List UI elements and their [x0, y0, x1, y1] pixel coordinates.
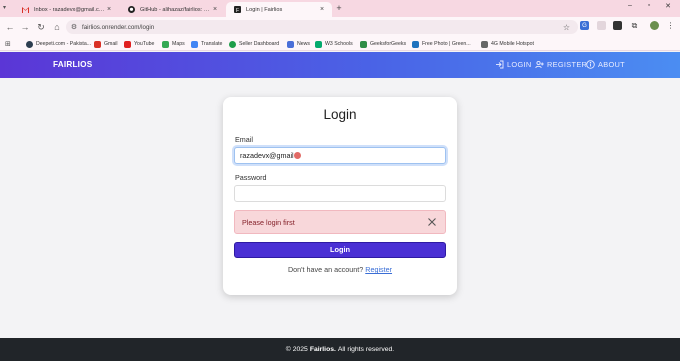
- register-prompt: Don't have an account? Register: [223, 265, 457, 274]
- apps-grid-icon[interactable]: ⊞: [5, 39, 11, 49]
- gmail-icon: [22, 6, 29, 13]
- nav-login-link[interactable]: LOGIN: [495, 60, 532, 69]
- bookmark-favicon: [360, 40, 367, 48]
- footer-brand: Fairlios.: [309, 346, 336, 353]
- site-navbar: FAIRLIOS LOGIN REGISTER ABOUT: [0, 52, 680, 78]
- tab-close-icon[interactable]: ×: [211, 6, 219, 13]
- tab-close-icon[interactable]: ×: [105, 6, 113, 13]
- browser-tabstrip: ▾ Inbox - razadevx@gmail.com - Gmail × G…: [0, 0, 680, 17]
- bookmark-label: GeeksforGeeks: [370, 41, 407, 47]
- bookmark-favicon: [124, 40, 131, 48]
- bookmarks-bar: ⊞ Deepeti.com - Pakista... Gmail YouTube…: [0, 37, 680, 51]
- bookmark-favicon: [481, 40, 488, 48]
- site-footer: © 2025 Fairlios. All rights reserved.: [0, 338, 680, 361]
- browser-toolbar: ← → ↻ ⌂ ⚙ fairlios.onrender.com/login ☆ …: [0, 17, 680, 37]
- minimize-icon[interactable]: –: [623, 2, 637, 9]
- new-tab-button[interactable]: +: [334, 3, 344, 13]
- mouse-cursor-indicator: [294, 152, 301, 159]
- add-user-icon: [535, 60, 544, 69]
- register-link[interactable]: Register: [365, 265, 392, 274]
- bookmark-label: Maps: [172, 41, 185, 47]
- tab-title: Login | Fairlios: [246, 6, 283, 13]
- extension-icon[interactable]: [613, 21, 622, 30]
- nav-about-label: ABOUT: [598, 60, 625, 69]
- register-prompt-text: Don't have an account?: [287, 265, 364, 274]
- maximize-icon[interactable]: ▫: [642, 2, 656, 9]
- footer-copyright: © 2025: [285, 346, 308, 353]
- bookmark-item[interactable]: Free Photo | Green...: [412, 39, 471, 49]
- bookmark-star-icon[interactable]: ☆: [563, 23, 570, 32]
- login-icon: [495, 60, 504, 69]
- tab-github[interactable]: GitHub - alihazaz/fairlios: Fairlios ×: [120, 2, 225, 17]
- password-field[interactable]: [234, 185, 446, 202]
- bookmark-item[interactable]: News: [287, 39, 310, 49]
- profile-avatar[interactable]: [650, 21, 659, 30]
- bookmark-favicon: [162, 40, 169, 48]
- alert-message: Please login first: [242, 217, 295, 227]
- tab-title: Inbox - razadevx@gmail.com - Gmail: [34, 6, 105, 13]
- email-label: Email: [235, 135, 253, 144]
- password-label: Password: [235, 173, 267, 182]
- fairlios-favicon: F: [234, 6, 241, 13]
- home-icon[interactable]: ⌂: [50, 20, 64, 34]
- reload-icon[interactable]: ↻: [34, 20, 48, 34]
- email-field[interactable]: [234, 147, 446, 164]
- menu-kebab-icon[interactable]: ⋮: [666, 21, 675, 30]
- bookmark-favicon: [191, 40, 198, 48]
- site-info-icon[interactable]: ⚙: [66, 23, 82, 31]
- tab-login-fairlios[interactable]: F Login | Fairlios ×: [226, 2, 332, 17]
- bookmark-item[interactable]: W3 Schools: [315, 39, 353, 49]
- translate-extension-icon[interactable]: G: [580, 21, 589, 30]
- bookmark-label: Gmail: [104, 41, 118, 47]
- bookmark-favicon: [26, 40, 33, 48]
- bookmark-item[interactable]: 4G Mobile Hotspot: [481, 39, 534, 49]
- bookmark-item[interactable]: Maps: [162, 39, 185, 49]
- bookmark-item[interactable]: YouTube: [124, 39, 154, 49]
- close-window-icon[interactable]: ✕: [661, 2, 675, 10]
- back-icon[interactable]: ←: [3, 20, 17, 34]
- bookmark-item[interactable]: GeeksforGeeks: [360, 39, 406, 49]
- url-text: fairlios.onrender.com/login: [82, 23, 155, 31]
- bookmark-label: Translate: [201, 41, 223, 47]
- brand-logo[interactable]: FAIRLIOS: [53, 60, 92, 69]
- bookmark-favicon: [94, 40, 101, 48]
- bookmark-label: YouTube: [134, 41, 155, 47]
- login-submit-button[interactable]: Login: [234, 242, 446, 258]
- extension-icon[interactable]: [597, 21, 606, 30]
- nav-login-label: LOGIN: [507, 60, 532, 69]
- extensions-puzzle-icon[interactable]: ⧉: [630, 21, 639, 30]
- close-icon[interactable]: [426, 216, 438, 228]
- bookmark-item[interactable]: Translate: [191, 39, 222, 49]
- forward-icon[interactable]: →: [18, 20, 32, 34]
- tab-search-icon[interactable]: ▾: [3, 4, 6, 11]
- github-icon: [128, 6, 135, 13]
- tab-close-icon[interactable]: ×: [318, 6, 326, 13]
- address-bar[interactable]: ⚙ fairlios.onrender.com/login ☆: [66, 20, 578, 34]
- nav-register-link[interactable]: REGISTER: [535, 60, 587, 69]
- nav-about-link[interactable]: ABOUT: [586, 60, 625, 69]
- svg-text:F: F: [236, 8, 239, 13]
- bookmark-item[interactable]: Gmail: [94, 39, 118, 49]
- nav-register-label: REGISTER: [547, 60, 588, 69]
- bookmark-favicon: [412, 40, 419, 48]
- bookmark-item[interactable]: Seller Dashboard: [229, 39, 279, 49]
- login-title: Login: [323, 107, 357, 122]
- bookmark-item[interactable]: Deepeti.com - Pakista...: [26, 39, 91, 49]
- tab-gmail[interactable]: Inbox - razadevx@gmail.com - Gmail ×: [14, 2, 119, 17]
- bookmark-label: W3 Schools: [325, 41, 353, 47]
- bookmark-label: News: [297, 41, 310, 47]
- info-icon: [586, 60, 595, 69]
- tab-title: GitHub - alihazaz/fairlios: Fairlios: [140, 6, 211, 13]
- bookmark-label: 4G Mobile Hotspot: [491, 41, 534, 47]
- login-card: Login Email Password Please login first …: [223, 97, 457, 295]
- footer-rights: All rights reserved.: [337, 346, 395, 353]
- bookmark-favicon: [287, 40, 294, 48]
- bookmark-label: Free Photo | Green...: [422, 41, 471, 47]
- bookmark-favicon: [315, 40, 322, 48]
- bookmark-label: Deepeti.com - Pakista...: [36, 41, 92, 47]
- error-alert: Please login first: [234, 210, 446, 234]
- bookmark-favicon: [229, 40, 236, 48]
- bookmark-label: Seller Dashboard: [239, 41, 280, 47]
